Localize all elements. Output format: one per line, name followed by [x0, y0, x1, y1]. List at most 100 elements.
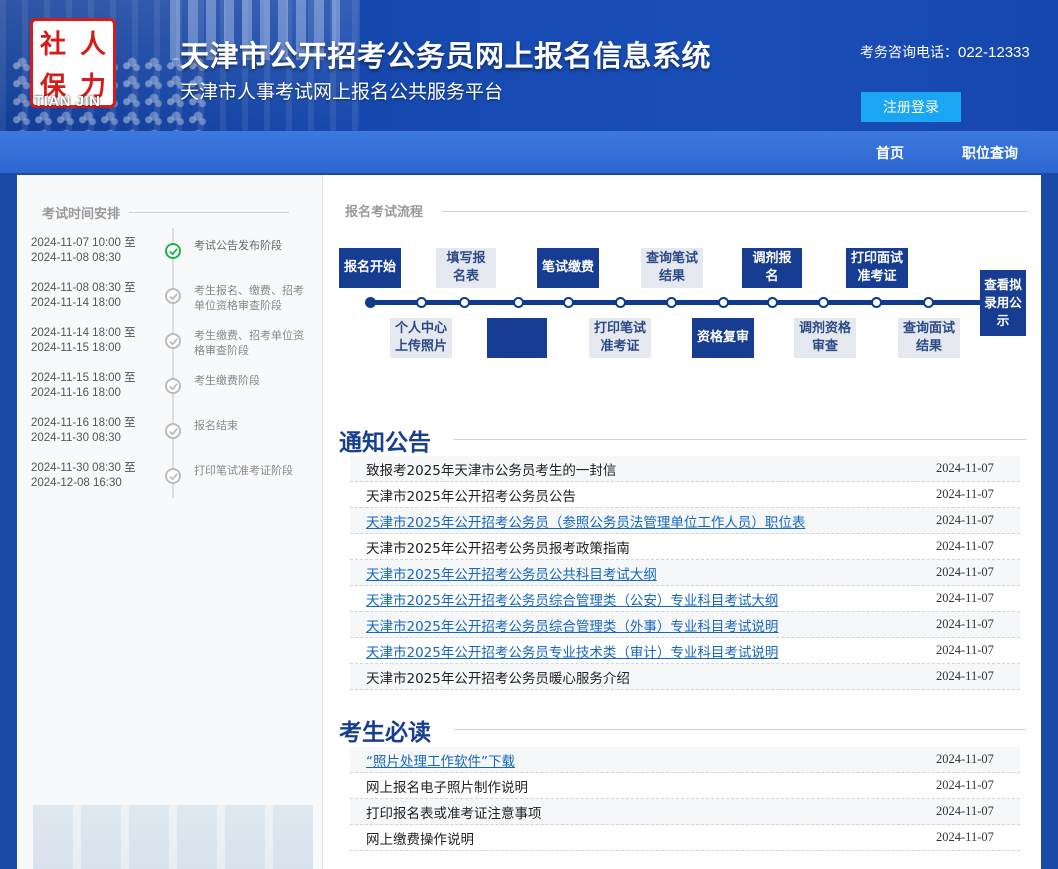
list-item: 致报考2025年天津市公务员考生的一封信 2024-11-07 — [350, 456, 1020, 482]
list-item: 天津市2025年公开招考公务员暖心服务介绍 2024-11-07 — [350, 664, 1020, 690]
site-title: 天津市公开招考公务员网上报名信息系统 — [180, 39, 712, 73]
flow-dot — [666, 297, 677, 308]
flow-step-exam-payment[interactable]: 笔试缴费 — [537, 248, 599, 288]
notice-title[interactable]: 天津市2025年公开招考公务员公告 — [366, 485, 576, 505]
flow-dot — [513, 297, 524, 308]
timeline-label: 考生报名、缴费、招考单位资格审查阶段 — [194, 284, 304, 312]
check-circle-icon — [165, 243, 181, 259]
notice-link[interactable]: 天津市2025年公开招考公务员公共科目考试大纲 — [366, 563, 657, 583]
timeline-item: 2024-11-07 10:00 至 2024-11-08 08:30 考试公告发… — [17, 236, 323, 276]
notice-date: 2024-11-07 — [936, 513, 994, 527]
nav-home[interactable]: 首页 — [876, 143, 904, 163]
notice-date: 2024-11-07 — [936, 643, 994, 657]
list-item: 天津市2025年公开招考公务员公告 2024-11-07 — [350, 482, 1020, 508]
timeline-label: 报名结束 — [194, 419, 238, 432]
logo-char: 社 — [39, 29, 66, 60]
flow-step-adjustment-review[interactable]: 调剂资格审查 — [794, 318, 856, 358]
notices-heading: 通知公告 — [339, 430, 431, 456]
heading-divider — [454, 729, 1026, 730]
nav-position-query[interactable]: 职位查询 — [962, 143, 1018, 163]
schedule-sidebar: 考试时间安排 2024-11-07 10:00 至 2024-11-08 08:3… — [17, 175, 323, 869]
site-header: 社 人 保 力 TIAN JIN 天津市公开招考公务员网上报名信息系统 天津市人… — [0, 0, 1058, 131]
flow-step-blank[interactable] — [487, 318, 547, 358]
flow-step-query-interview-result[interactable]: 查询面试结果 — [898, 318, 960, 358]
timeline-date: 2024-11-30 08:30 至 2024-12-08 16:30 — [31, 461, 136, 491]
notice-link[interactable]: 天津市2025年公开招考公务员综合管理类（外事）专业科目考试说明 — [366, 615, 778, 635]
must-read-date: 2024-11-07 — [936, 830, 994, 844]
timeline-end: 2024-11-15 18:00 — [31, 342, 121, 354]
site-subtitle: 天津市人事考试网上报名公共服务平台 — [180, 81, 504, 103]
notice-title[interactable]: 天津市2025年公开招考公务员报考政策指南 — [366, 537, 630, 557]
main-nav: 首页 职位查询 — [0, 131, 1058, 173]
register-login-button[interactable]: 注册登录 — [861, 92, 961, 122]
list-item: 天津市2025年公开招考公务员公共科目考试大纲 2024-11-07 — [350, 560, 1020, 586]
timeline-end: 2024-11-08 08:30 — [31, 252, 121, 264]
list-item: 打印报名表或准考证注意事项 2024-11-07 — [350, 799, 1020, 825]
flow-step-adjustment-registration[interactable]: 调剂报名 — [742, 248, 802, 288]
flow-step-registration-start[interactable]: 报名开始 — [339, 248, 401, 288]
list-item: “照片处理工作软件”下载 2024-11-07 — [350, 747, 1020, 773]
must-read-title[interactable]: 网上缴费操作说明 — [366, 828, 474, 848]
must-read-title[interactable]: 网上报名电子照片制作说明 — [366, 776, 528, 796]
timeline-label: 考试公告发布阶段 — [194, 239, 282, 252]
flow-dot — [718, 297, 729, 308]
hotline: 考务咨询电话：022-12333 — [860, 42, 1030, 62]
timeline-item: 2024-11-30 08:30 至 2024-12-08 16:30 打印笔试准… — [17, 461, 323, 501]
timeline-label: 考生缴费阶段 — [194, 374, 260, 387]
timeline-date: 2024-11-16 18:00 至 2024-11-30 08:30 — [31, 416, 136, 446]
notice-date: 2024-11-07 — [936, 539, 994, 553]
check-circle-icon — [165, 288, 181, 304]
timeline-end: 2024-11-30 08:30 — [31, 432, 121, 444]
timeline-start: 2024-11-15 18:00 至 — [31, 372, 136, 384]
timeline-start: 2024-11-08 08:30 至 — [31, 282, 136, 294]
flow-step-fill-form[interactable]: 填写报名表 — [436, 248, 496, 288]
check-circle-icon — [165, 333, 181, 349]
notice-link[interactable]: 天津市2025年公开招考公务员（参照公务员法管理单位工作人员）职位表 — [366, 511, 805, 531]
flow-dot — [871, 297, 882, 308]
notice-title[interactable]: 天津市2025年公开招考公务员暖心服务介绍 — [366, 667, 630, 687]
notice-list: 致报考2025年天津市公务员考生的一封信 2024-11-07 天津市2025年公… — [350, 456, 1020, 690]
notice-title[interactable]: 致报考2025年天津市公务员考生的一封信 — [366, 459, 616, 479]
notice-date: 2024-11-07 — [936, 669, 994, 683]
notice-date: 2024-11-07 — [936, 617, 994, 631]
heading-divider — [442, 211, 1027, 212]
hotline-number: 022-12333 — [958, 44, 1030, 61]
notice-date: 2024-11-07 — [936, 565, 994, 579]
list-item: 网上报名电子照片制作说明 2024-11-07 — [350, 773, 1020, 799]
flow-step-print-interview-ticket[interactable]: 打印面试准考证 — [846, 248, 908, 288]
flow-dot — [923, 297, 934, 308]
timeline-item: 2024-11-14 18:00 至 2024-11-15 18:00 考生缴费、… — [17, 326, 323, 366]
list-item: 天津市2025年公开招考公务员报考政策指南 2024-11-07 — [350, 534, 1020, 560]
must-read-list: “照片处理工作软件”下载 2024-11-07 网上报名电子照片制作说明 2024-… — [350, 747, 1020, 851]
must-read-title[interactable]: 打印报名表或准考证注意事项 — [366, 802, 542, 822]
timeline-start: 2024-11-16 18:00 至 — [31, 417, 136, 429]
flow-step-print-exam-ticket[interactable]: 打印笔试准考证 — [589, 318, 651, 358]
timeline-end: 2024-12-08 16:30 — [31, 477, 122, 489]
timeline-date: 2024-11-14 18:00 至 2024-11-15 18:00 — [31, 326, 136, 356]
timeline-item: 2024-11-08 08:30 至 2024-11-14 18:00 考生报名、… — [17, 281, 323, 321]
hotline-label: 考务咨询电话： — [860, 45, 958, 61]
notice-link[interactable]: 天津市2025年公开招考公务员综合管理类（公安）专业科目考试大纲 — [366, 589, 778, 609]
notice-link[interactable]: 天津市2025年公开招考公务员专业技术类（审计）专业科目考试说明 — [366, 641, 778, 661]
flow-dot — [563, 297, 574, 308]
flow-step-query-exam-result[interactable]: 查询笔试结果 — [641, 248, 703, 288]
timeline-date: 2024-11-15 18:00 至 2024-11-16 18:00 — [31, 371, 136, 401]
schedule-heading: 考试时间安排 — [42, 207, 121, 222]
must-read-heading: 考生必读 — [339, 720, 431, 746]
timeline-date: 2024-11-07 10:00 至 2024-11-08 08:30 — [31, 236, 136, 266]
timeline-item: 2024-11-16 18:00 至 2024-11-30 08:30 报名结束 — [17, 416, 323, 456]
timeline-start: 2024-11-14 18:00 至 — [31, 327, 136, 339]
flow-step-upload-photo[interactable]: 个人中心上传照片 — [390, 318, 452, 358]
process-flow: 报名开始 填写报名表 笔试缴费 查询笔试结果 调剂报名 打印面试准考证 个人中心… — [339, 235, 1029, 370]
list-item: 网上缴费操作说明 2024-11-07 — [350, 825, 1020, 851]
must-read-link[interactable]: “照片处理工作软件”下载 — [366, 750, 515, 770]
flow-step-qualification-recheck[interactable]: 资格复审 — [692, 318, 754, 358]
timeline-end: 2024-11-16 18:00 — [31, 387, 121, 399]
timeline-item: 2024-11-15 18:00 至 2024-11-16 18:00 考生缴费阶… — [17, 371, 323, 411]
flow-dot — [767, 297, 778, 308]
check-circle-icon — [165, 378, 181, 394]
logo-char: 人 — [79, 29, 106, 60]
flow-step-view-hiring-notice[interactable]: 查看拟录用公示 — [980, 270, 1026, 336]
timeline-end: 2024-11-14 18:00 — [31, 297, 121, 309]
flow-dot — [615, 297, 626, 308]
